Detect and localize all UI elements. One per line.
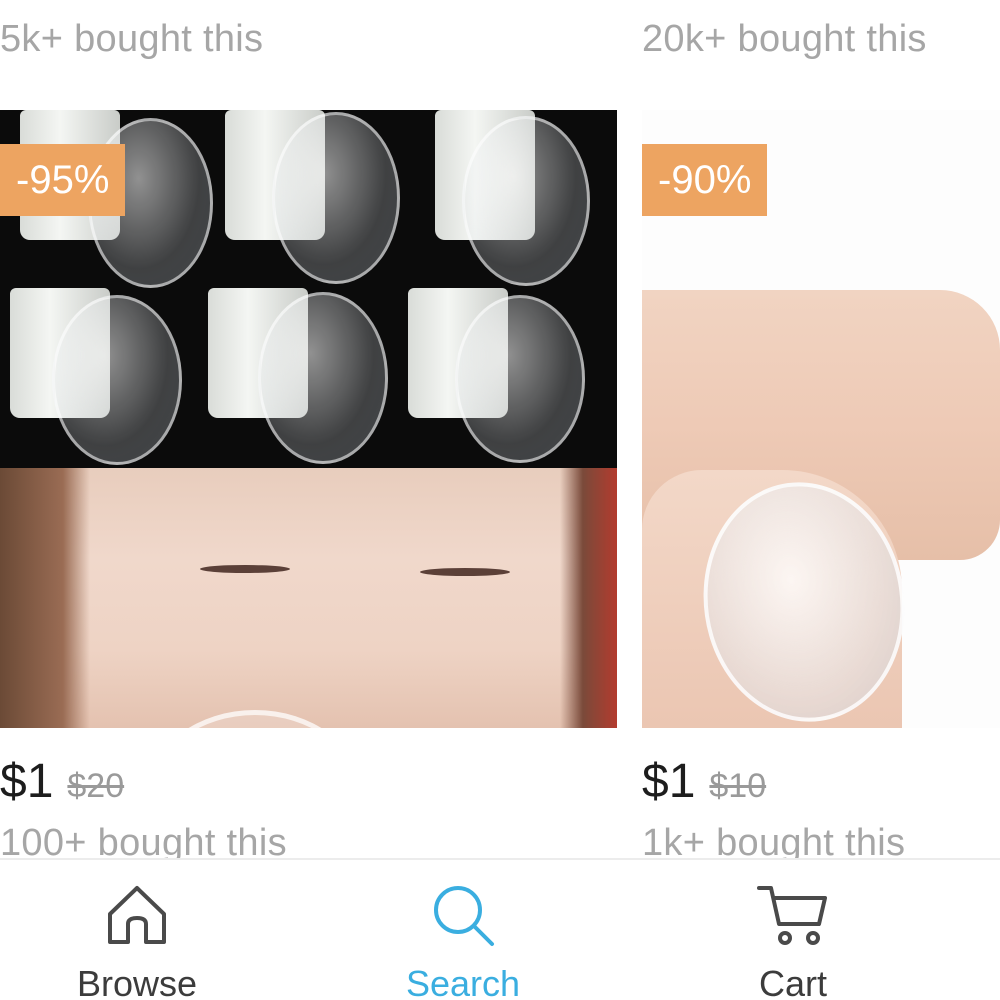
price-row: $1 $10 bbox=[642, 754, 766, 809]
bottom-tab-bar: Browse Search Cart bbox=[0, 858, 1000, 1000]
tab-cart-label: Cart bbox=[758, 963, 827, 1000]
original-price: $20 bbox=[67, 767, 125, 805]
discount-badge: -90% bbox=[642, 144, 768, 216]
product-feed: 5k+ bought this 20k+ bought this -95% $1… bbox=[0, 0, 1000, 858]
sale-price: $1 bbox=[642, 755, 696, 808]
search-icon bbox=[434, 886, 494, 946]
eye-graphic bbox=[420, 568, 510, 576]
home-icon bbox=[108, 886, 166, 944]
tab-search-label: Search bbox=[405, 963, 521, 1000]
model-face-photo bbox=[0, 468, 617, 728]
puff-graphic bbox=[462, 116, 590, 286]
puff-graphic bbox=[52, 295, 182, 465]
tab-cart[interactable]: Cart bbox=[673, 860, 913, 1000]
puff-graphic bbox=[258, 292, 388, 464]
hair-graphic bbox=[560, 468, 617, 728]
product-card-silicone-puff-set[interactable]: -95% $1 $20 100+ bought this bbox=[0, 110, 617, 858]
sold-count: 1k+ bought this bbox=[642, 822, 906, 858]
previous-right-sold-count: 20k+ bought this bbox=[642, 18, 927, 60]
hair-graphic bbox=[0, 468, 90, 728]
tab-search[interactable]: Search bbox=[343, 860, 583, 1000]
original-price: $10 bbox=[709, 767, 767, 805]
product-card-silicone-puff-arm[interactable]: -90% $1 $10 1k+ bought this bbox=[642, 110, 1000, 858]
sale-price: $1 bbox=[0, 755, 54, 808]
cart-icon bbox=[757, 886, 827, 945]
puff-graphic bbox=[272, 112, 400, 284]
tab-browse-label: Browse bbox=[76, 963, 198, 1000]
sold-count: 100+ bought this bbox=[0, 822, 287, 858]
eye-graphic bbox=[200, 565, 290, 573]
product-image[interactable]: -90% bbox=[642, 110, 1000, 728]
previous-left-sold-count: 5k+ bought this bbox=[0, 18, 264, 60]
discount-badge: -95% bbox=[0, 144, 126, 216]
price-row: $1 $20 bbox=[0, 754, 124, 809]
tab-browse[interactable]: Browse bbox=[17, 860, 257, 1000]
product-image[interactable]: -95% bbox=[0, 110, 617, 728]
puff-graphic bbox=[455, 295, 585, 463]
